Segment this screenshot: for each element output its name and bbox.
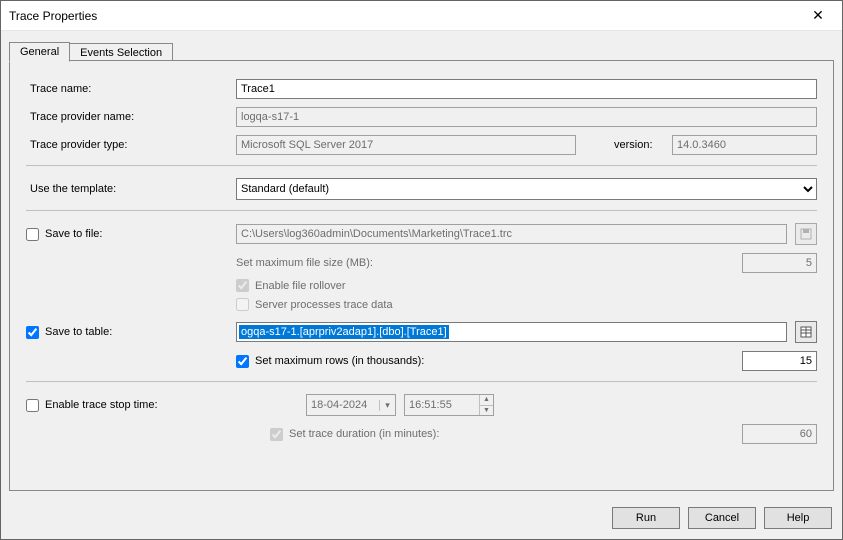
dialog-footer: Run Cancel Help: [1, 499, 842, 539]
separator: [26, 210, 817, 211]
table-icon: [800, 326, 812, 338]
tab-general[interactable]: General: [9, 42, 70, 62]
tab-strip: General Events Selection: [9, 39, 834, 61]
template-combo[interactable]: Standard (default): [236, 178, 817, 200]
enable-stop-time-checkbox[interactable]: Enable trace stop time:: [26, 399, 236, 412]
label-provider-type: Trace provider type:: [26, 139, 236, 151]
trace-name-input[interactable]: [236, 79, 817, 99]
table-path-field[interactable]: ogqa-s17-1.[aprpriv2adap1].[dbo].[Trace1…: [236, 322, 787, 342]
trace-properties-dialog: Trace Properties ✕ General Events Select…: [0, 0, 843, 540]
label-use-template: Use the template:: [26, 183, 236, 195]
provider-type-field: Microsoft SQL Server 2017: [236, 135, 576, 155]
label-trace-name: Trace name:: [26, 83, 236, 95]
max-rows-checkbox[interactable]: Set maximum rows (in thousands):: [236, 355, 734, 368]
browse-table-button[interactable]: [795, 321, 817, 343]
window-title: Trace Properties: [9, 9, 798, 23]
cancel-button[interactable]: Cancel: [688, 507, 756, 529]
save-to-table-checkbox[interactable]: Save to table:: [26, 326, 236, 339]
duration-input: [742, 424, 817, 444]
set-duration-checkbox: Set trace duration (in minutes):: [270, 428, 734, 441]
spinner-icon: ▲▼: [479, 395, 493, 415]
stop-time-picker: 16:51:55 ▲▼: [404, 394, 494, 416]
save-to-file-checkbox[interactable]: Save to file:: [26, 228, 236, 241]
provider-name-field: logqa-s17-1: [236, 107, 817, 127]
enable-file-rollover-checkbox: Enable file rollover: [236, 279, 346, 292]
run-button[interactable]: Run: [612, 507, 680, 529]
titlebar: Trace Properties ✕: [1, 1, 842, 31]
separator: [26, 165, 817, 166]
close-button[interactable]: ✕: [798, 1, 838, 31]
label-provider-name: Trace provider name:: [26, 111, 236, 123]
version-field: 14.0.3460: [672, 135, 817, 155]
separator: [26, 381, 817, 382]
server-processes-checkbox: Server processes trace data: [236, 298, 393, 311]
label-max-file-size: Set maximum file size (MB):: [236, 257, 734, 269]
save-icon: [800, 228, 812, 240]
close-icon: ✕: [812, 7, 824, 24]
max-file-size-input: [742, 253, 817, 273]
help-button[interactable]: Help: [764, 507, 832, 529]
chevron-down-icon: ▾: [379, 400, 395, 411]
stop-date-picker: 18-04-2024 ▾: [306, 394, 396, 416]
max-rows-input[interactable]: [742, 351, 817, 371]
file-path-field: C:\Users\log360admin\Documents\Marketing…: [236, 224, 787, 244]
tab-panel-general: Trace name: Trace provider name: logqa-s…: [9, 60, 834, 491]
browse-file-button: [795, 223, 817, 245]
label-version: version:: [584, 139, 664, 151]
